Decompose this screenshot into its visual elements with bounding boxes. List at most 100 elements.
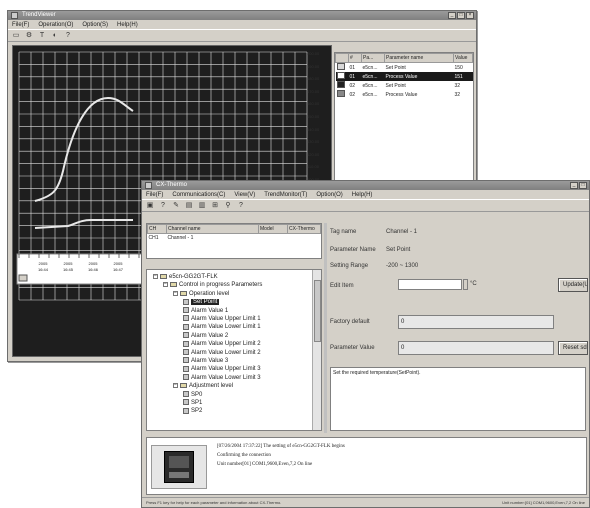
cxt-menu-view[interactable]: View(V): [234, 192, 255, 198]
maximize-button[interactable]: □: [457, 12, 465, 19]
tag-name-value: Channel - 1: [386, 229, 418, 235]
cxt-menu-communications[interactable]: Communications(C): [172, 192, 225, 198]
help-icon[interactable]: ?: [159, 202, 167, 210]
edit-item-spinner[interactable]: [463, 279, 468, 290]
series-color-swatch: [336, 63, 349, 73]
cxt-window-controls: _ □: [570, 182, 587, 189]
edit-icon[interactable]: ✎: [172, 202, 180, 210]
parameter-value: 0: [401, 345, 405, 351]
tree-item-parameter[interactable]: Alarm Value 2: [183, 332, 228, 340]
tree-scrollbar[interactable]: [312, 270, 321, 430]
gear-icon[interactable]: ⚙: [25, 32, 33, 40]
tree-item-parameter[interactable]: Alarm Value Lower Limit 1: [183, 323, 261, 331]
tree-item-parameter[interactable]: Alarm Value Upper Limit 1: [183, 315, 261, 323]
col-parameter-name[interactable]: Parameter name: [384, 53, 454, 63]
open-folder-icon[interactable]: ▤: [185, 202, 193, 210]
tree-item-parameter[interactable]: Alarm Value 1: [183, 307, 228, 315]
trend-title-bar: TrendViewer _ □ ×: [8, 11, 476, 20]
time-tick-date: 2005: [89, 261, 99, 266]
row-value: 32: [454, 91, 461, 98]
expand-toggle-icon[interactable]: −: [173, 290, 178, 296]
table-row[interactable]: 01 e5cn... Set Point 150: [336, 63, 473, 73]
tree-item-parameter[interactable]: Alarm Value Lower Limit 3: [183, 374, 261, 382]
parameter-tree: − e5cn-GG2GT-FLK − Control in progress Para…: [146, 269, 322, 431]
col-channel-name[interactable]: Channel name: [166, 224, 259, 234]
maximize-button[interactable]: □: [579, 182, 587, 189]
cxt-toolbar: ▣ ? ✎ ▤ ▥ ⊞ ⚲ ?: [142, 199, 589, 212]
tree-item-parameter[interactable]: SP1: [183, 399, 202, 407]
tree-item-parameter[interactable]: Alarm Value Upper Limit 3: [183, 365, 261, 373]
cxt-menu-trendmonitor[interactable]: TrendMonitor(T): [264, 192, 307, 198]
tree-item-parameter[interactable]: Alarm Value Upper Limit 2: [183, 340, 261, 348]
tree-item-folder[interactable]: − Adjustment level: [173, 382, 233, 390]
color-icon[interactable]: ◐: [51, 32, 59, 40]
tree-item-device[interactable]: − e5cn-GG2GT-FLK: [153, 273, 218, 281]
parameter-icon: [183, 307, 189, 314]
time-scroll-left-button[interactable]: [18, 274, 28, 282]
row-parameter: e5cn...: [362, 73, 378, 80]
pane-splitter[interactable]: [324, 223, 327, 433]
text-tool-icon[interactable]: T: [38, 32, 46, 40]
zoom-icon[interactable]: ⚲: [224, 202, 232, 210]
channel-table: CH Channel name Model CX-Thermo CH1 Chan…: [146, 223, 322, 259]
new-file-icon[interactable]: ▣: [146, 202, 154, 210]
log-line: Confirming the connection: [217, 453, 271, 458]
trend-menu-help[interactable]: Help(H): [117, 22, 138, 28]
parameter-icon: [183, 340, 189, 347]
tree-item-parameter[interactable]: Set Point: [183, 298, 220, 306]
process-value-line: [34, 96, 134, 202]
col-model[interactable]: Model: [258, 224, 288, 234]
update-button[interactable]: Update(U): [558, 278, 588, 292]
parameter-icon: [183, 357, 189, 364]
tree-item-parameter[interactable]: SP0: [183, 391, 202, 399]
tree-item-parameter[interactable]: Alarm Value 3: [183, 357, 228, 365]
status-text: Press F1 key for help for each parameter…: [146, 500, 282, 505]
table-row[interactable]: 01 e5cn... Process Value 151: [335, 72, 473, 81]
tree-item-folder[interactable]: − Control in progress Parameters: [163, 281, 262, 289]
cxt-menu-help[interactable]: Help(H): [352, 192, 373, 198]
compare-icon[interactable]: ⊞: [211, 202, 219, 210]
edit-item-input[interactable]: [398, 279, 462, 290]
minimize-button[interactable]: _: [570, 182, 578, 189]
tree-item-folder[interactable]: − Operation level: [173, 290, 229, 298]
series-color-swatch: [336, 81, 349, 90]
expand-toggle-icon[interactable]: −: [163, 282, 168, 288]
col-parameter[interactable]: Pa...: [361, 53, 385, 63]
expand-toggle-icon[interactable]: −: [153, 273, 158, 279]
col-ch[interactable]: CH: [147, 224, 167, 234]
reset-button[interactable]: Reset sd: [558, 341, 588, 355]
save-icon[interactable]: ▥: [198, 202, 206, 210]
cxt-menu-file[interactable]: File(F): [146, 192, 163, 198]
factory-default-field: 0: [398, 315, 554, 329]
trend-menu-option[interactable]: Option(S): [82, 22, 108, 28]
tree-item-label: Alarm Value 2: [191, 332, 229, 339]
table-header: CH Channel name Model CX-Thermo: [147, 224, 321, 234]
help-icon[interactable]: ?: [64, 32, 72, 40]
col-cx-thermo[interactable]: CX-Thermo: [287, 224, 321, 234]
close-button[interactable]: ×: [466, 12, 474, 19]
cxt-menu-option[interactable]: Option(O): [316, 192, 342, 198]
trend-menu-file[interactable]: File(F): [12, 22, 29, 28]
device-image: [151, 445, 207, 489]
col-number[interactable]: #: [348, 53, 362, 63]
row-number: 02: [349, 91, 356, 98]
parameter-value-label: Parameter Value: [330, 345, 375, 351]
table-row[interactable]: 02 e5cn... Process Value 32: [336, 90, 473, 99]
table-row[interactable]: 02 e5cn... Set Point 32: [336, 81, 473, 90]
tree-item-parameter[interactable]: Alarm Value Lower Limit 2: [183, 349, 261, 357]
expand-toggle-icon[interactable]: −: [173, 383, 178, 389]
monitor-icon[interactable]: ▭: [12, 32, 20, 40]
tree-item-parameter[interactable]: SP2: [183, 407, 202, 415]
row-parameter: e5cn...: [362, 82, 378, 89]
tree-scroll-thumb[interactable]: [314, 280, 321, 342]
parameter-icon: [183, 323, 189, 330]
color-swatch-icon: [336, 90, 345, 97]
trend-menu-operation[interactable]: Operation(O): [38, 22, 73, 28]
help-question-icon[interactable]: ?: [237, 202, 245, 210]
col-value[interactable]: Value: [453, 53, 473, 63]
minimize-button[interactable]: _: [448, 12, 456, 19]
setting-range-label: Setting Range: [330, 263, 369, 269]
row-parameter-name: Set Point: [385, 64, 406, 71]
table-row[interactable]: CH1 Channel - 1: [148, 234, 321, 243]
col-color[interactable]: [335, 53, 349, 63]
